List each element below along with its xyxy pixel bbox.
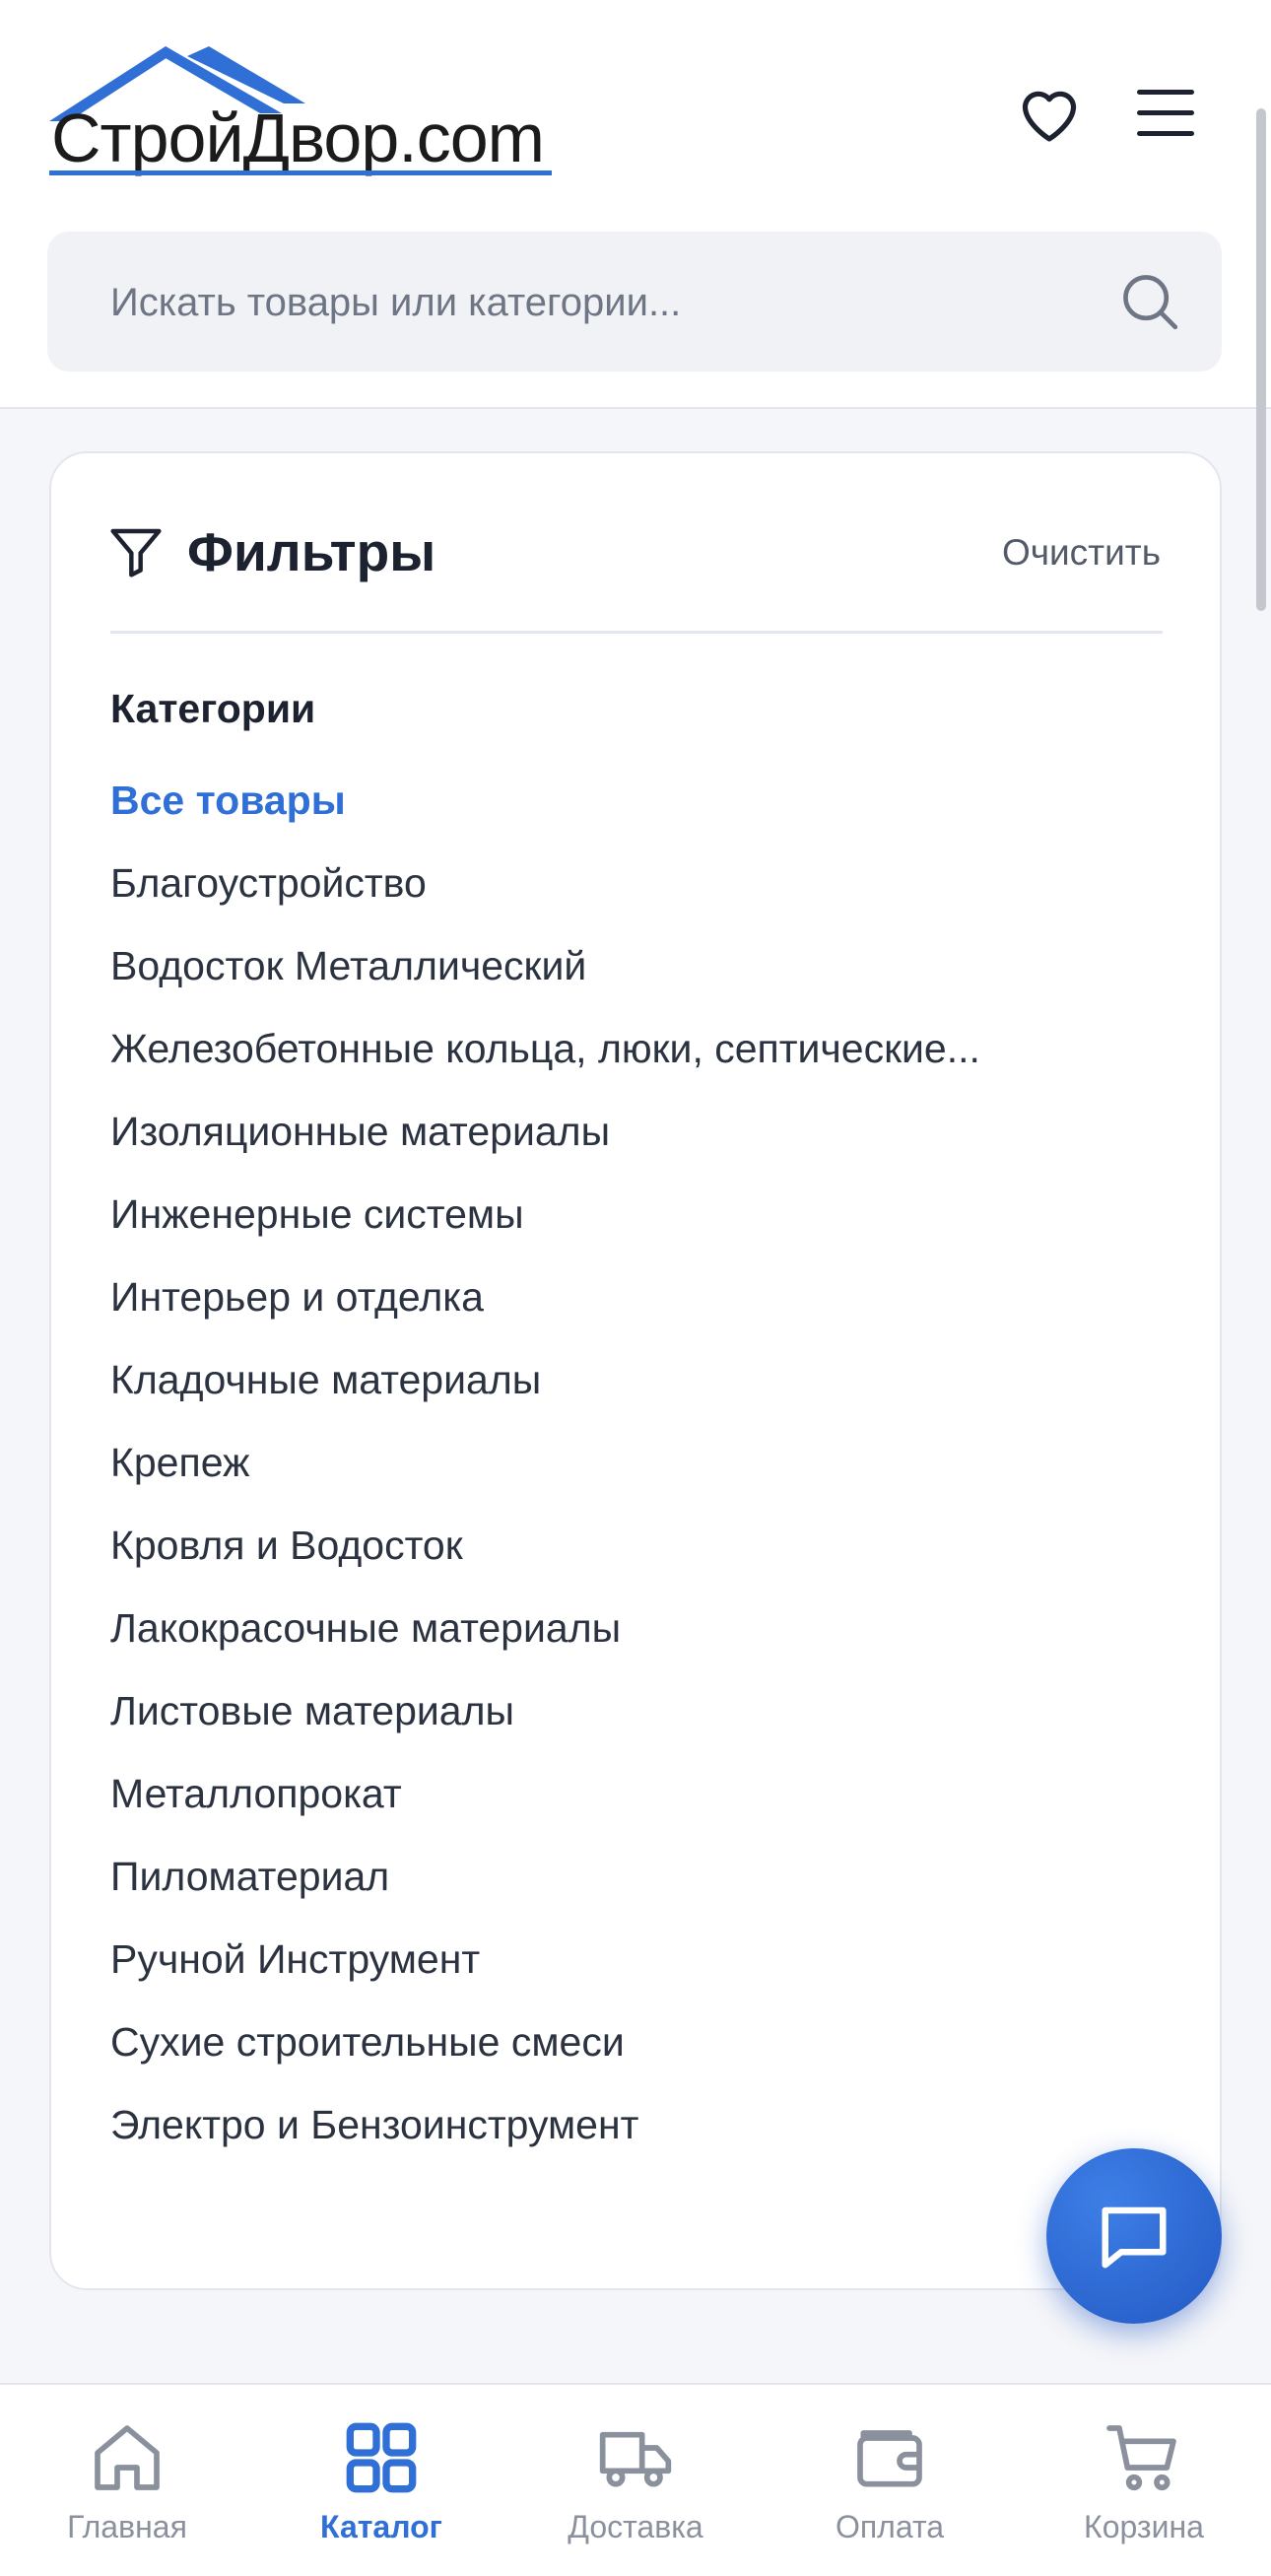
truck-icon (599, 2431, 672, 2487)
category-item[interactable]: Интерьер и отделка (110, 1255, 980, 1338)
hamburger-icon (1137, 90, 1194, 136)
nav-cart-label: Корзина (1084, 2509, 1204, 2544)
favorites-button[interactable] (1010, 74, 1089, 153)
nav-catalog-label: Каталог (320, 2509, 442, 2544)
scrollbar[interactable] (1256, 108, 1266, 611)
menu-button[interactable] (1126, 74, 1205, 153)
category-item[interactable]: Лакокрасочные материалы (110, 1587, 980, 1669)
home-icon (95, 2425, 160, 2490)
filters-card: Фильтры Очистить Категории Все товары Бл… (49, 451, 1222, 2290)
chat-button[interactable] (1046, 2148, 1222, 2324)
nav-cart[interactable]: Корзина (1017, 2418, 1271, 2556)
category-item[interactable]: Железобетонные кольца, люки, септические… (110, 1007, 980, 1090)
category-item[interactable]: Все товары (110, 759, 980, 842)
filters-title: Фильтры (187, 521, 436, 582)
category-item[interactable]: Электро и Бензоинструмент (110, 2083, 980, 2166)
category-item[interactable]: Водосток Металлический (110, 924, 980, 1007)
search-icon[interactable] (1119, 271, 1180, 332)
cart-icon (1106, 2425, 1176, 2491)
category-item[interactable]: Пиломатериал (110, 1835, 980, 1918)
logo-text: СтройДвор.com (51, 100, 545, 176)
category-item[interactable]: Инженерные системы (110, 1173, 980, 1255)
categories-heading: Категории (110, 686, 316, 731)
nav-payment-label: Оплата (835, 2509, 945, 2544)
logo[interactable]: СтройДвор.com (49, 44, 562, 182)
nav-home-label: Главная (67, 2509, 187, 2544)
category-item[interactable]: Изоляционные материалы (110, 1090, 980, 1173)
nav-payment[interactable]: Оплата (763, 2418, 1017, 2556)
wallet-icon (857, 2430, 922, 2487)
clear-filters-button[interactable]: Очистить (1002, 532, 1161, 574)
category-list: Все товары Благоустройство Водосток Мета… (110, 759, 980, 2166)
category-item[interactable]: Кладочные материалы (110, 1338, 980, 1421)
category-item[interactable]: Сухие строительные смеси (110, 2000, 980, 2083)
category-item[interactable]: Металлопрокат (110, 1752, 980, 1835)
header: СтройДвор.com (0, 0, 1271, 409)
filter-icon (110, 528, 162, 577)
logo-underline (49, 170, 552, 175)
nav-delivery[interactable]: Доставка (508, 2418, 763, 2556)
divider (110, 631, 1163, 634)
search-bar (47, 232, 1222, 373)
category-item[interactable]: Кровля и Водосток (110, 1504, 980, 1587)
nav-home[interactable]: Главная (0, 2418, 254, 2556)
search-input[interactable] (108, 232, 1098, 373)
grid-icon (346, 2422, 417, 2493)
chat-icon (1102, 2206, 1167, 2269)
heart-icon (1022, 91, 1077, 142)
bottom-nav: Главная Каталог Доставка Оплата Корзина (0, 2383, 1271, 2576)
nav-catalog[interactable]: Каталог (254, 2418, 508, 2556)
category-item[interactable]: Ручной Инструмент (110, 1918, 980, 2000)
nav-delivery-label: Доставка (568, 2509, 703, 2544)
category-item[interactable]: Благоустройство (110, 842, 980, 924)
category-item[interactable]: Крепеж (110, 1421, 980, 1504)
category-item[interactable]: Листовые материалы (110, 1669, 980, 1752)
